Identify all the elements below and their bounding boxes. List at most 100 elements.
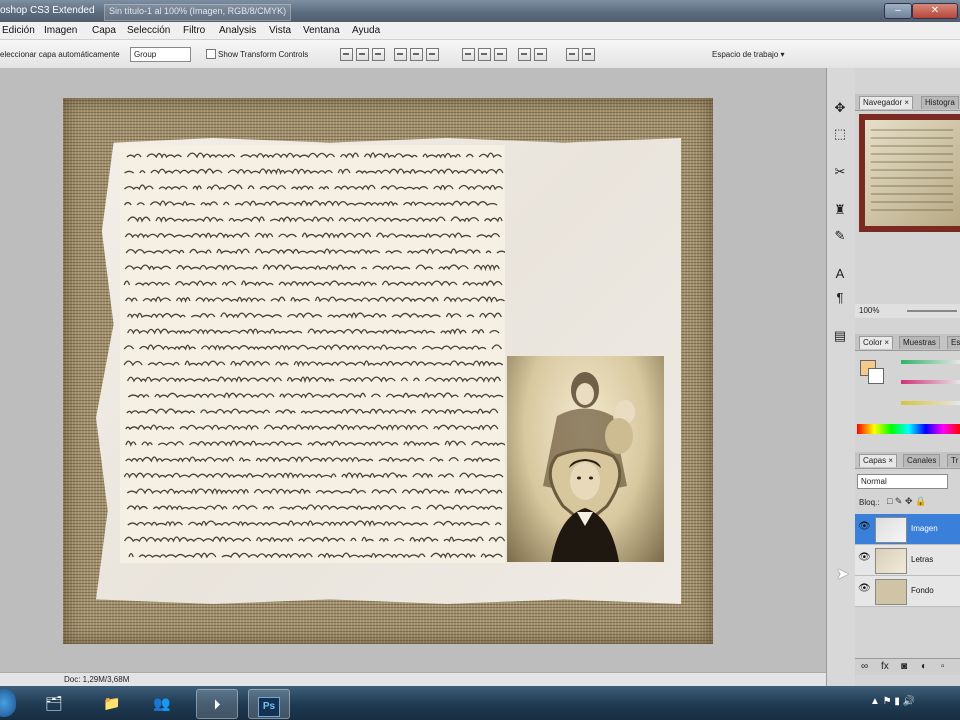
layer-row-letras[interactable]: 👁 Letras [855, 545, 960, 576]
workspace-menu[interactable]: Espacio de trabajo ▾ [712, 50, 785, 59]
folder-icon[interactable]: 📁 [92, 689, 132, 717]
menu-imagen[interactable]: Imagen [44, 25, 77, 36]
yellow-slider[interactable] [901, 401, 960, 405]
menu-ventana[interactable]: Ventana [303, 25, 340, 36]
handwriting-line [125, 456, 501, 463]
menu-edicion[interactable]: Edición [2, 25, 35, 36]
align-right-icon[interactable] [426, 48, 439, 61]
layer-style-icon[interactable]: fx [881, 661, 889, 672]
photoshop-icon[interactable]: Ps [248, 689, 290, 719]
navigator-preview[interactable] [859, 114, 960, 232]
distribute-left-icon[interactable] [518, 48, 531, 61]
handwriting-line [126, 152, 502, 159]
layer-comps-icon[interactable]: ▤ [830, 326, 850, 346]
handwriting-line [127, 216, 503, 223]
lock-label: Bloq.: [859, 498, 880, 507]
handwriting-lines [120, 152, 505, 559]
menu-filtro[interactable]: Filtro [183, 25, 205, 36]
vintage-photo-image[interactable] [507, 356, 664, 562]
distribute-middle-icon[interactable] [478, 48, 491, 61]
crop-tool-icon[interactable]: ✂ [830, 162, 850, 182]
magenta-slider[interactable] [901, 380, 960, 384]
stamp-tool-icon[interactable]: ♜ [830, 200, 850, 220]
handwriting-line [123, 360, 504, 368]
explorer-icon[interactable]: 🗂 [34, 689, 74, 717]
show-transform-checkbox[interactable] [206, 49, 216, 59]
app-title: oshop CS3 Extended [0, 5, 95, 16]
menu-seleccion[interactable]: Selección [127, 25, 170, 36]
tab-color[interactable]: Color × [859, 336, 894, 349]
handwriting-line [123, 344, 503, 351]
lock-icons[interactable]: □ ✎ ✥ 🔒 [887, 496, 947, 506]
tab-channels[interactable]: Canales [903, 454, 941, 467]
align-top-icon[interactable] [340, 48, 353, 61]
layer-thumbnail [875, 548, 907, 574]
distribute-center-icon[interactable] [534, 48, 547, 61]
tab-navigator[interactable]: Navegador × [859, 96, 914, 109]
minimize-button[interactable]: – [884, 3, 912, 19]
background-color-swatch[interactable] [868, 368, 884, 384]
layers-tabs: Capas × Canales Tr [855, 452, 960, 469]
new-layer-icon[interactable]: ▫ [941, 661, 945, 672]
show-transform-label: Show Transform Controls [218, 50, 309, 59]
menu-analysis[interactable]: Analysis [219, 25, 256, 36]
color-tabs: Color × Muestras Es [855, 334, 960, 351]
tray-icons[interactable]: ▲ ⚑ ▮ 🔊 [870, 696, 915, 707]
text-tool-icon[interactable]: A [830, 264, 850, 284]
distribute-horizontal-icon[interactable] [582, 48, 595, 61]
menu-vista[interactable]: Vista [269, 25, 291, 36]
handwriting-line [124, 232, 501, 239]
handwriting-line [128, 393, 505, 397]
eye-icon[interactable]: 👁 [858, 553, 871, 563]
status-bar: Doc: 1,29M/3,68M [0, 672, 826, 687]
blend-mode-dropdown[interactable]: Normal [857, 474, 948, 489]
green-slider[interactable] [901, 360, 960, 364]
handwriting-line [128, 521, 505, 525]
navigator-thumbnail [871, 129, 953, 211]
handwritten-letter-image[interactable] [120, 145, 505, 563]
tab-paths[interactable]: Tr [947, 454, 960, 467]
options-bar: eleccionar capa automáticamente Group Sh… [0, 40, 960, 69]
color-spectrum-ramp[interactable] [857, 424, 960, 434]
tab-layers[interactable]: Capas × [859, 454, 898, 467]
handwriting-line [124, 184, 504, 191]
layer-name: Letras [911, 555, 934, 564]
auto-select-dropdown[interactable]: Group [130, 47, 191, 62]
handwriting-line [126, 504, 503, 511]
zoom-value[interactable]: 100% [859, 306, 879, 315]
menu-capa[interactable]: Capa [92, 25, 116, 36]
tab-styles[interactable]: Es [947, 336, 960, 349]
adjustment-icon[interactable]: ◐ [921, 661, 927, 672]
move-tool-icon[interactable]: ✥ [830, 98, 850, 118]
start-orb-icon[interactable] [0, 689, 16, 717]
eye-icon[interactable]: 👁 [858, 584, 871, 594]
media-player-icon[interactable]: ⏵ [196, 689, 238, 719]
marquee-tool-icon[interactable]: ⬚ [830, 124, 850, 144]
layer-row-fondo[interactable]: 👁 Fondo [855, 576, 960, 607]
layer-name: Fondo [911, 586, 934, 595]
distribute-right-icon[interactable] [566, 48, 579, 61]
distribute-top-icon[interactable] [462, 48, 475, 61]
close-button[interactable]: ✕ [912, 3, 958, 19]
align-middle-icon[interactable] [356, 48, 369, 61]
mask-icon[interactable]: ◙ [901, 661, 907, 672]
messenger-icon[interactable]: 👥 [142, 689, 182, 717]
handwriting-line [125, 296, 505, 303]
menu-ayuda[interactable]: Ayuda [352, 25, 380, 36]
align-bottom-icon[interactable] [372, 48, 385, 61]
virgin-child-portrait [543, 372, 635, 562]
zoom-slider[interactable] [907, 310, 957, 312]
align-left-icon[interactable] [394, 48, 407, 61]
layer-row-imagen[interactable]: 👁 Imagen [855, 514, 960, 545]
eye-icon[interactable]: 👁 [858, 522, 871, 532]
align-center-icon[interactable] [410, 48, 423, 61]
handwriting-line [124, 168, 504, 176]
link-layers-icon[interactable]: ∞ [861, 661, 868, 672]
layer-thumbnail [875, 579, 907, 605]
distribute-bottom-icon[interactable] [494, 48, 507, 61]
brush-tool-icon[interactable]: ✎ [830, 226, 850, 246]
tab-swatches[interactable]: Muestras [899, 336, 940, 349]
document-size: Doc: 1,29M/3,68M [64, 675, 130, 684]
paragraph-icon[interactable]: ¶ [830, 288, 850, 308]
tab-histogram[interactable]: Histogra [921, 96, 959, 109]
